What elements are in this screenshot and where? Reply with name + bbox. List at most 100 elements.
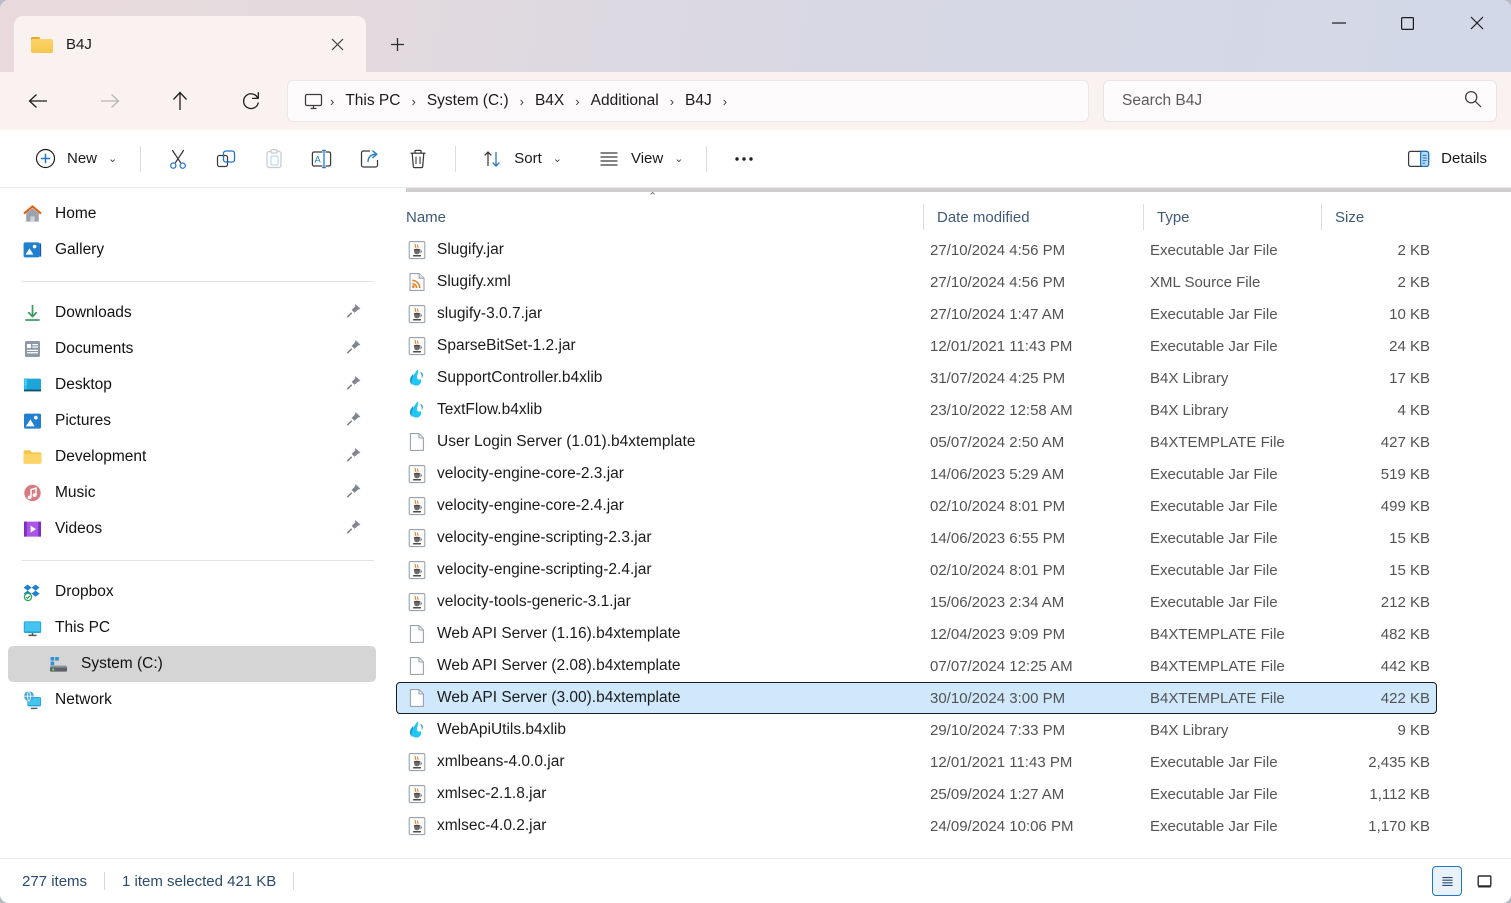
column-divider[interactable] — [923, 204, 924, 230]
file-name-cell[interactable]: TextFlow.b4xlib — [397, 399, 916, 421]
minimize-button[interactable] — [1304, 0, 1373, 46]
new-button[interactable]: New ⌄ — [22, 139, 127, 179]
table-row[interactable]: Web API Server (3.00).b4xtemplate 30/10/2… — [396, 682, 1437, 714]
file-type-cell: Executable Jar File — [1150, 465, 1278, 483]
file-name-cell[interactable]: Web API Server (1.16).b4xtemplate — [397, 623, 916, 645]
table-row[interactable]: SparseBitSet-1.2.jar 12/01/2021 11:43 PM E… — [396, 330, 1437, 362]
back-button[interactable] — [18, 81, 58, 121]
breadcrumb-this-pc[interactable]: This PC — [336, 88, 409, 114]
table-row[interactable]: Slugify.xml 27/10/2024 4:56 PM XML Source … — [396, 266, 1437, 298]
file-name-cell[interactable]: velocity-engine-core-2.4.jar — [397, 495, 916, 517]
forward-button[interactable] — [90, 81, 130, 121]
search-icon[interactable] — [1464, 90, 1482, 113]
copy-button[interactable] — [202, 139, 250, 179]
column-header-type[interactable]: Type — [1143, 200, 1321, 234]
table-row[interactable]: velocity-tools-generic-3.1.jar 15/06/2023… — [396, 586, 1437, 618]
pin-icon[interactable] — [346, 303, 362, 324]
date-modified-cell: 12/01/2021 11:43 PM — [930, 337, 1073, 355]
file-name-cell[interactable]: velocity-engine-core-2.3.jar — [397, 463, 916, 485]
pin-icon[interactable] — [346, 483, 362, 504]
table-row[interactable]: TextFlow.b4xlib 23/10/2022 12:58 AM B4X Li… — [396, 394, 1437, 426]
up-button[interactable] — [160, 81, 200, 121]
file-name-label: User Login Server (1.01).b4xtemplate — [437, 433, 696, 450]
breadcrumb-b4x[interactable]: B4X — [526, 88, 573, 114]
file-name-cell[interactable]: WebApiUtils.b4xlib — [397, 719, 916, 741]
pin-icon[interactable] — [346, 375, 362, 396]
sidebar-item-documents[interactable]: Documents — [8, 331, 376, 367]
pin-icon[interactable] — [346, 447, 362, 468]
refresh-button[interactable] — [231, 81, 271, 121]
details-pane-button[interactable]: Details — [1396, 139, 1497, 179]
sidebar-item-home[interactable]: Home — [8, 196, 376, 232]
table-row[interactable]: velocity-engine-scripting-2.4.jar 02/10/2… — [396, 554, 1437, 586]
table-row[interactable]: Slugify.jar 27/10/2024 4:56 PM Executable … — [396, 234, 1437, 266]
sidebar-item-music[interactable]: Music — [8, 475, 376, 511]
large-icons-view-button[interactable] — [1469, 866, 1499, 896]
file-name-cell[interactable]: velocity-tools-generic-3.1.jar — [397, 591, 916, 613]
tab-close-icon[interactable] — [322, 29, 352, 59]
table-row[interactable]: Web API Server (2.08).b4xtemplate 07/07/2… — [396, 650, 1437, 682]
column-header-name[interactable]: Name — [406, 200, 923, 234]
share-button[interactable] — [346, 139, 394, 179]
maximize-button[interactable] — [1373, 0, 1442, 46]
file-name-cell[interactable]: slugify-3.0.7.jar — [397, 303, 916, 325]
table-row[interactable]: xmlsec-4.0.2.jar 24/09/2024 10:06 PM Execu… — [396, 810, 1437, 842]
table-row[interactable]: WebApiUtils.b4xlib 29/10/2024 7:33 PM B4X … — [396, 714, 1437, 746]
table-row[interactable]: User Login Server (1.01).b4xtemplate 05/0… — [396, 426, 1437, 458]
table-row[interactable]: slugify-3.0.7.jar 27/10/2024 1:47 AM Execu… — [396, 298, 1437, 330]
table-row[interactable]: xmlsec-2.1.8.jar 25/09/2024 1:27 AM Execut… — [396, 778, 1437, 810]
sidebar-item-pictures[interactable]: Pictures — [8, 403, 376, 439]
sidebar-item-this-pc[interactable]: This PC — [8, 610, 376, 646]
pin-icon[interactable] — [346, 519, 362, 540]
file-name-cell[interactable]: xmlbeans-4.0.0.jar — [397, 751, 916, 773]
table-row[interactable]: velocity-engine-scripting-2.3.jar 14/06/2… — [396, 522, 1437, 554]
column-header-date-modified[interactable]: Date modified — [923, 200, 1143, 234]
file-name-cell[interactable]: Slugify.jar — [397, 239, 916, 261]
sidebar-item-gallery[interactable]: Gallery — [8, 232, 376, 268]
column-divider[interactable] — [1143, 204, 1144, 230]
close-button[interactable] — [1442, 0, 1511, 46]
view-button[interactable]: View ⌄ — [586, 139, 693, 179]
monitor-icon[interactable] — [302, 90, 324, 112]
search-input[interactable] — [1122, 92, 1464, 110]
sidebar-item-videos[interactable]: Videos — [8, 511, 376, 547]
file-name-cell[interactable]: xmlsec-4.0.2.jar — [397, 815, 916, 837]
column-header-size[interactable]: Size — [1321, 200, 1445, 234]
table-row[interactable]: velocity-engine-core-2.4.jar 02/10/2024 8… — [396, 490, 1437, 522]
new-tab-button[interactable] — [374, 22, 420, 66]
sort-button[interactable]: Sort ⌄ — [469, 139, 572, 179]
sidebar-item-dropbox[interactable]: Dropbox — [8, 574, 376, 610]
breadcrumb-additional[interactable]: Additional — [582, 88, 668, 114]
cut-button[interactable] — [154, 139, 202, 179]
pin-icon[interactable] — [346, 411, 362, 432]
file-name-cell[interactable]: Web API Server (3.00).b4xtemplate — [397, 687, 916, 709]
search-box[interactable] — [1103, 80, 1497, 122]
rename-button[interactable]: A — [298, 139, 346, 179]
delete-button[interactable] — [394, 139, 442, 179]
file-name-cell[interactable]: velocity-engine-scripting-2.3.jar — [397, 527, 916, 549]
file-name-cell[interactable]: Web API Server (2.08).b4xtemplate — [397, 655, 916, 677]
sidebar-item-development[interactable]: Development — [8, 439, 376, 475]
sidebar-item-network[interactable]: Network — [8, 682, 376, 718]
tab-b4j[interactable]: B4J — [14, 16, 366, 72]
file-name-cell[interactable]: xmlsec-2.1.8.jar — [397, 783, 916, 805]
paste-button[interactable] — [250, 139, 298, 179]
sidebar-item-system-c[interactable]: System (C:) — [8, 646, 376, 682]
file-name-cell[interactable]: User Login Server (1.01).b4xtemplate — [397, 431, 916, 453]
details-view-button[interactable] — [1432, 866, 1462, 896]
more-options-button[interactable] — [720, 139, 768, 179]
file-name-cell[interactable]: velocity-engine-scripting-2.4.jar — [397, 559, 916, 581]
breadcrumb-b4j[interactable]: B4J — [676, 88, 721, 114]
file-name-cell[interactable]: SupportController.b4xlib — [397, 367, 916, 389]
table-row[interactable]: Web API Server (1.16).b4xtemplate 12/04/2… — [396, 618, 1437, 650]
sidebar-item-downloads[interactable]: Downloads — [8, 295, 376, 331]
table-row[interactable]: SupportController.b4xlib 31/07/2024 4:25 … — [396, 362, 1437, 394]
pin-icon[interactable] — [346, 339, 362, 360]
file-name-cell[interactable]: SparseBitSet-1.2.jar — [397, 335, 916, 357]
column-divider[interactable] — [1321, 204, 1322, 230]
table-row[interactable]: velocity-engine-core-2.3.jar 14/06/2023 5… — [396, 458, 1437, 490]
breadcrumb-system-c[interactable]: System (C:) — [418, 88, 518, 114]
table-row[interactable]: xmlbeans-4.0.0.jar 12/01/2021 11:43 PM Exe… — [396, 746, 1437, 778]
file-name-cell[interactable]: Slugify.xml — [397, 271, 916, 293]
sidebar-item-desktop[interactable]: Desktop — [8, 367, 376, 403]
